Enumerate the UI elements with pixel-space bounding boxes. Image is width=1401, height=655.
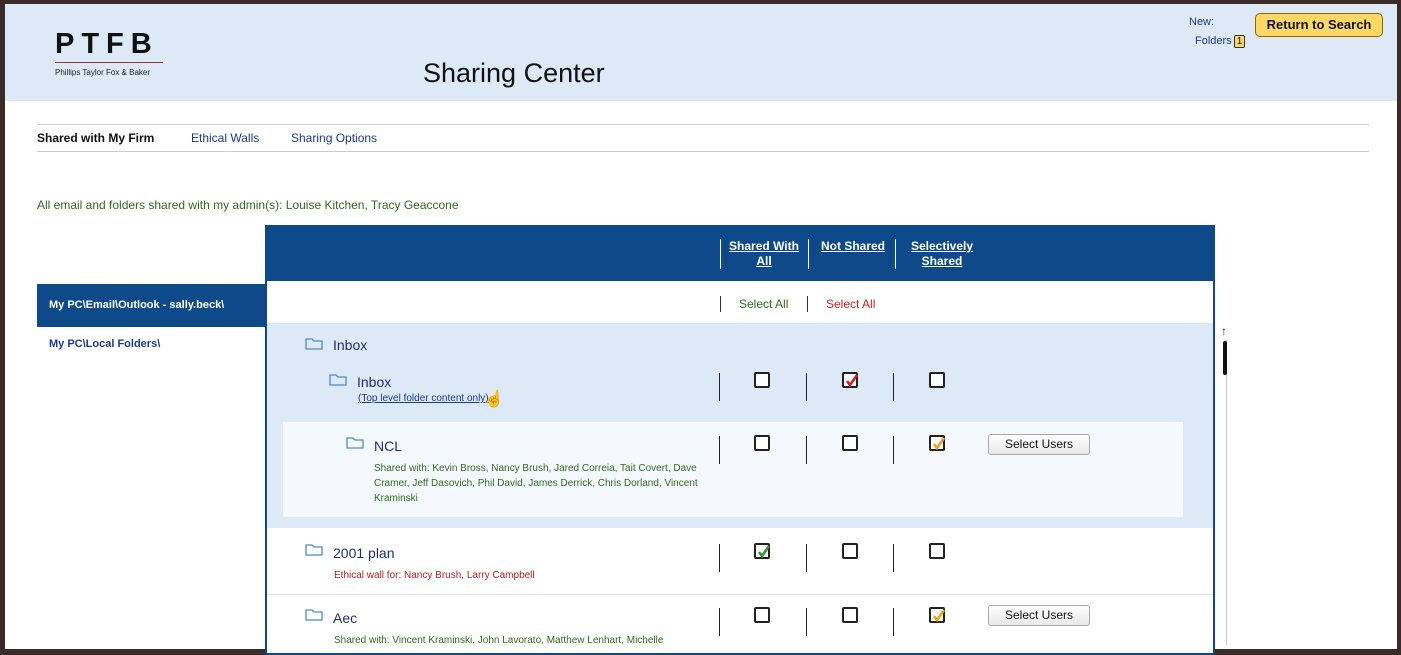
folder-name[interactable]: Inbox (333, 337, 367, 353)
folder-icon (305, 544, 323, 556)
hand-cursor-icon: ☝ (484, 391, 504, 408)
checkbox-selectively-shared[interactable] (929, 607, 946, 623)
row-divider (893, 608, 894, 636)
select-all-shared-link[interactable]: Select All (739, 297, 788, 311)
folder-name[interactable]: NCL (374, 438, 402, 454)
checkbox-not-shared[interactable] (842, 435, 858, 451)
folder-name[interactable]: Inbox (357, 374, 391, 390)
nav-bottom-divider (37, 151, 1369, 152)
check-orange-icon (932, 437, 946, 451)
row-divider (893, 373, 894, 401)
checkbox-selectively-shared[interactable] (929, 435, 946, 451)
select-all-divider (720, 296, 721, 312)
select-users-button[interactable]: Select Users (988, 605, 1090, 626)
tab-sharing-options[interactable]: Sharing Options (291, 131, 377, 145)
shared-with-list: Shared with: Kevin Bross, Nancy Brush, J… (374, 463, 698, 504)
new-label: New: (1189, 16, 1215, 28)
header-divider (720, 239, 721, 269)
checkbox-selectively-shared[interactable] (929, 543, 945, 559)
checkbox-not-shared[interactable] (842, 543, 858, 559)
tab-ethical-walls[interactable]: Ethical Walls (191, 131, 259, 145)
firm-logo: PTFB (55, 28, 159, 60)
row-divider (806, 544, 807, 572)
header-bar: PTFB Phillips Taylor Fox & Baker Sharing… (5, 4, 1397, 101)
shared-with-list: Shared with: Vincent Kraminski, John Lav… (334, 635, 664, 646)
new-folders-link[interactable]: Folders 1 (1195, 35, 1246, 48)
folder-icon (305, 338, 323, 350)
ethical-wall-note: Ethical wall for: Nancy Brush, Larry Cam… (334, 570, 535, 581)
sidebar-item-outlook[interactable]: My PC\Email\Outlook - sally.beck\ (37, 284, 270, 327)
checkbox-selectively-shared[interactable] (929, 372, 945, 388)
folder-name[interactable]: 2001 plan (333, 545, 395, 561)
nav-top-divider (37, 124, 1369, 125)
row-divider (893, 544, 894, 572)
check-green-icon (757, 545, 771, 559)
scrollbar-track[interactable] (1226, 340, 1227, 645)
panel-header: Shared With All Not Shared Selectively S… (265, 225, 1215, 281)
row-divider (719, 436, 720, 464)
row-divider (806, 436, 807, 464)
row-divider (806, 373, 807, 401)
checkbox-not-shared[interactable] (842, 372, 859, 388)
folders-count-badge: 1 (1233, 35, 1246, 48)
scroll-up-arrow-icon[interactable]: ↑ (1221, 324, 1227, 338)
check-orange-icon (932, 609, 946, 623)
folder-name[interactable]: Aec (333, 610, 357, 626)
row-divider (806, 608, 807, 636)
checkbox-shared-all[interactable] (754, 607, 770, 623)
row-divider (719, 608, 720, 636)
select-users-button[interactable]: Select Users (988, 434, 1090, 455)
folders-link-label[interactable]: Folders (1195, 35, 1232, 47)
row-divider-line (267, 594, 1213, 595)
check-red-icon (845, 374, 859, 388)
column-not-shared[interactable]: Not Shared (815, 239, 891, 254)
checkbox-not-shared[interactable] (842, 607, 858, 623)
row-divider (719, 373, 720, 401)
row-divider (719, 544, 720, 572)
return-to-search-button[interactable]: Return to Search (1255, 13, 1383, 37)
admin-share-line: All email and folders shared with my adm… (37, 198, 459, 212)
row-divider (893, 436, 894, 464)
header-divider (808, 239, 809, 269)
page-title: Sharing Center (423, 58, 605, 88)
header-divider (895, 239, 896, 269)
top-level-content-link[interactable]: (Top level folder content only) (358, 393, 489, 404)
scrollbar-thumb[interactable] (1223, 341, 1227, 375)
column-selectively-shared[interactable]: Selectively Shared (902, 239, 982, 269)
select-all-divider (807, 296, 808, 312)
folder-icon (346, 437, 364, 449)
column-shared-with-all[interactable]: Shared With All (723, 239, 805, 269)
folder-icon (305, 609, 323, 621)
checkbox-shared-all[interactable] (754, 372, 770, 388)
checkbox-shared-all[interactable] (754, 435, 770, 451)
folder-icon (329, 374, 347, 386)
logo-rule (55, 62, 163, 63)
select-all-not-shared-link[interactable]: Select All (826, 297, 875, 311)
checkbox-shared-all[interactable] (754, 543, 771, 559)
sidebar-item-local-folders[interactable]: My PC\Local Folders\ (37, 338, 270, 350)
firm-logo-subtitle: Phillips Taylor Fox & Baker (55, 68, 150, 77)
tab-shared-with-my-firm[interactable]: Shared with My Firm (37, 131, 154, 145)
